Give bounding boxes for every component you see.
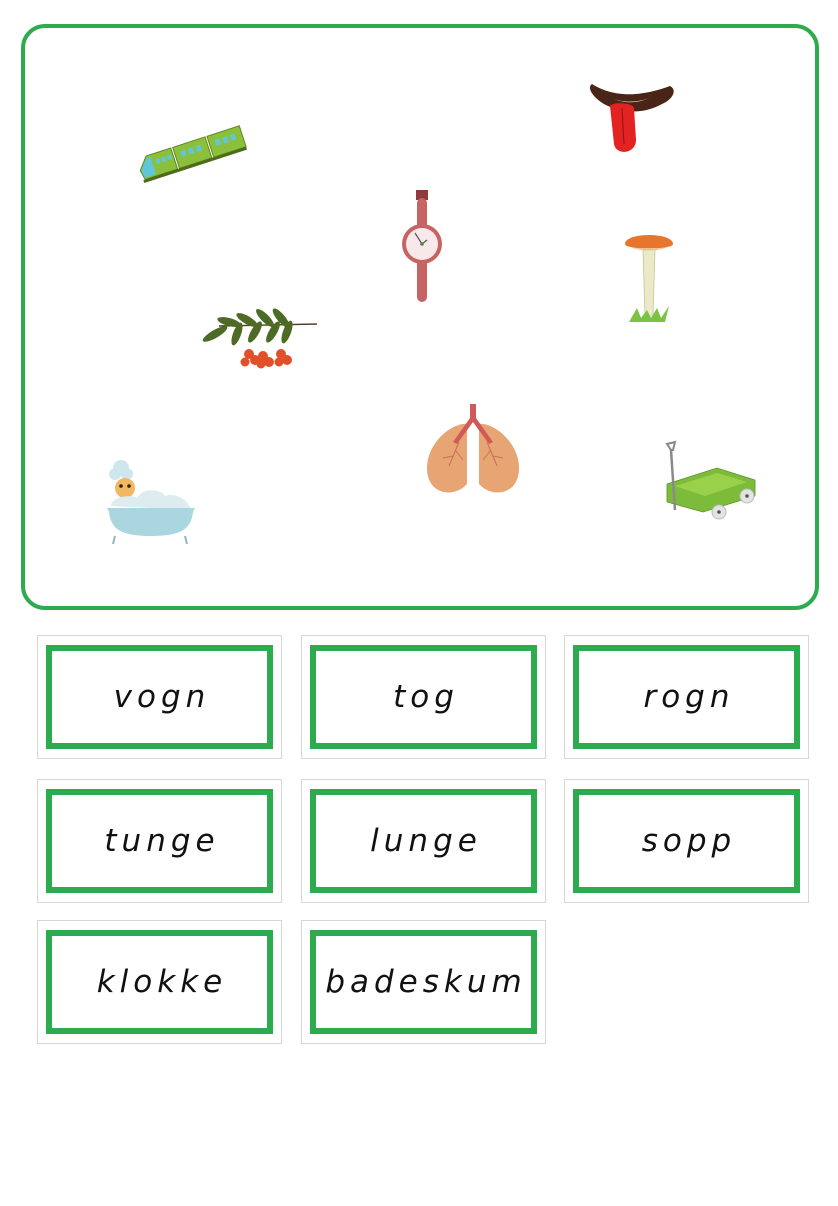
word-card-lunge[interactable]: lunge	[301, 779, 546, 903]
picture-board	[21, 24, 819, 610]
word-card-frame: klokke	[46, 930, 273, 1034]
word-card-label: lunge	[370, 823, 482, 859]
word-card-klokke[interactable]: klokke	[37, 920, 282, 1044]
word-card-sopp[interactable]: sopp	[564, 779, 809, 903]
word-card-badeskum[interactable]: badeskum	[301, 920, 546, 1044]
picture-lungs[interactable]	[423, 402, 523, 498]
bubble-bath-icon	[107, 460, 195, 545]
tongue-icon	[589, 84, 674, 152]
word-card-tunge[interactable]: tunge	[37, 779, 282, 903]
train-icon	[139, 125, 247, 183]
word-card-label: klokke	[96, 964, 228, 1000]
picture-watch[interactable]	[400, 188, 444, 306]
picture-train[interactable]	[133, 120, 249, 184]
word-card-vogn[interactable]: vogn	[37, 635, 282, 759]
word-card-label: tunge	[104, 823, 220, 859]
word-card-label: tog	[393, 679, 459, 715]
word-card-frame: rogn	[573, 645, 800, 749]
word-card-label: sopp	[641, 823, 737, 859]
picture-rowan[interactable]	[199, 308, 319, 372]
watch-icon	[402, 190, 442, 302]
word-card-tog[interactable]: tog	[301, 635, 546, 759]
word-card-frame: tog	[310, 645, 537, 749]
picture-wagon[interactable]	[661, 440, 761, 524]
wagon-icon	[665, 440, 756, 520]
word-card-label: rogn	[643, 679, 735, 715]
mushroom-icon	[625, 235, 673, 322]
word-card-frame: lunge	[310, 789, 537, 893]
word-card-label: vogn	[113, 679, 211, 715]
word-card-frame: vogn	[46, 645, 273, 749]
word-card-frame: tunge	[46, 789, 273, 893]
word-card-label: badeskum	[325, 964, 527, 1000]
lungs-icon	[427, 404, 519, 493]
picture-bubble-bath[interactable]	[103, 456, 199, 550]
picture-mushroom[interactable]	[621, 230, 677, 326]
word-card-frame: sopp	[573, 789, 800, 893]
rowan-berries-icon	[202, 308, 318, 369]
picture-tongue[interactable]	[588, 78, 676, 160]
word-card-frame: badeskum	[310, 930, 537, 1034]
word-card-rogn[interactable]: rogn	[564, 635, 809, 759]
